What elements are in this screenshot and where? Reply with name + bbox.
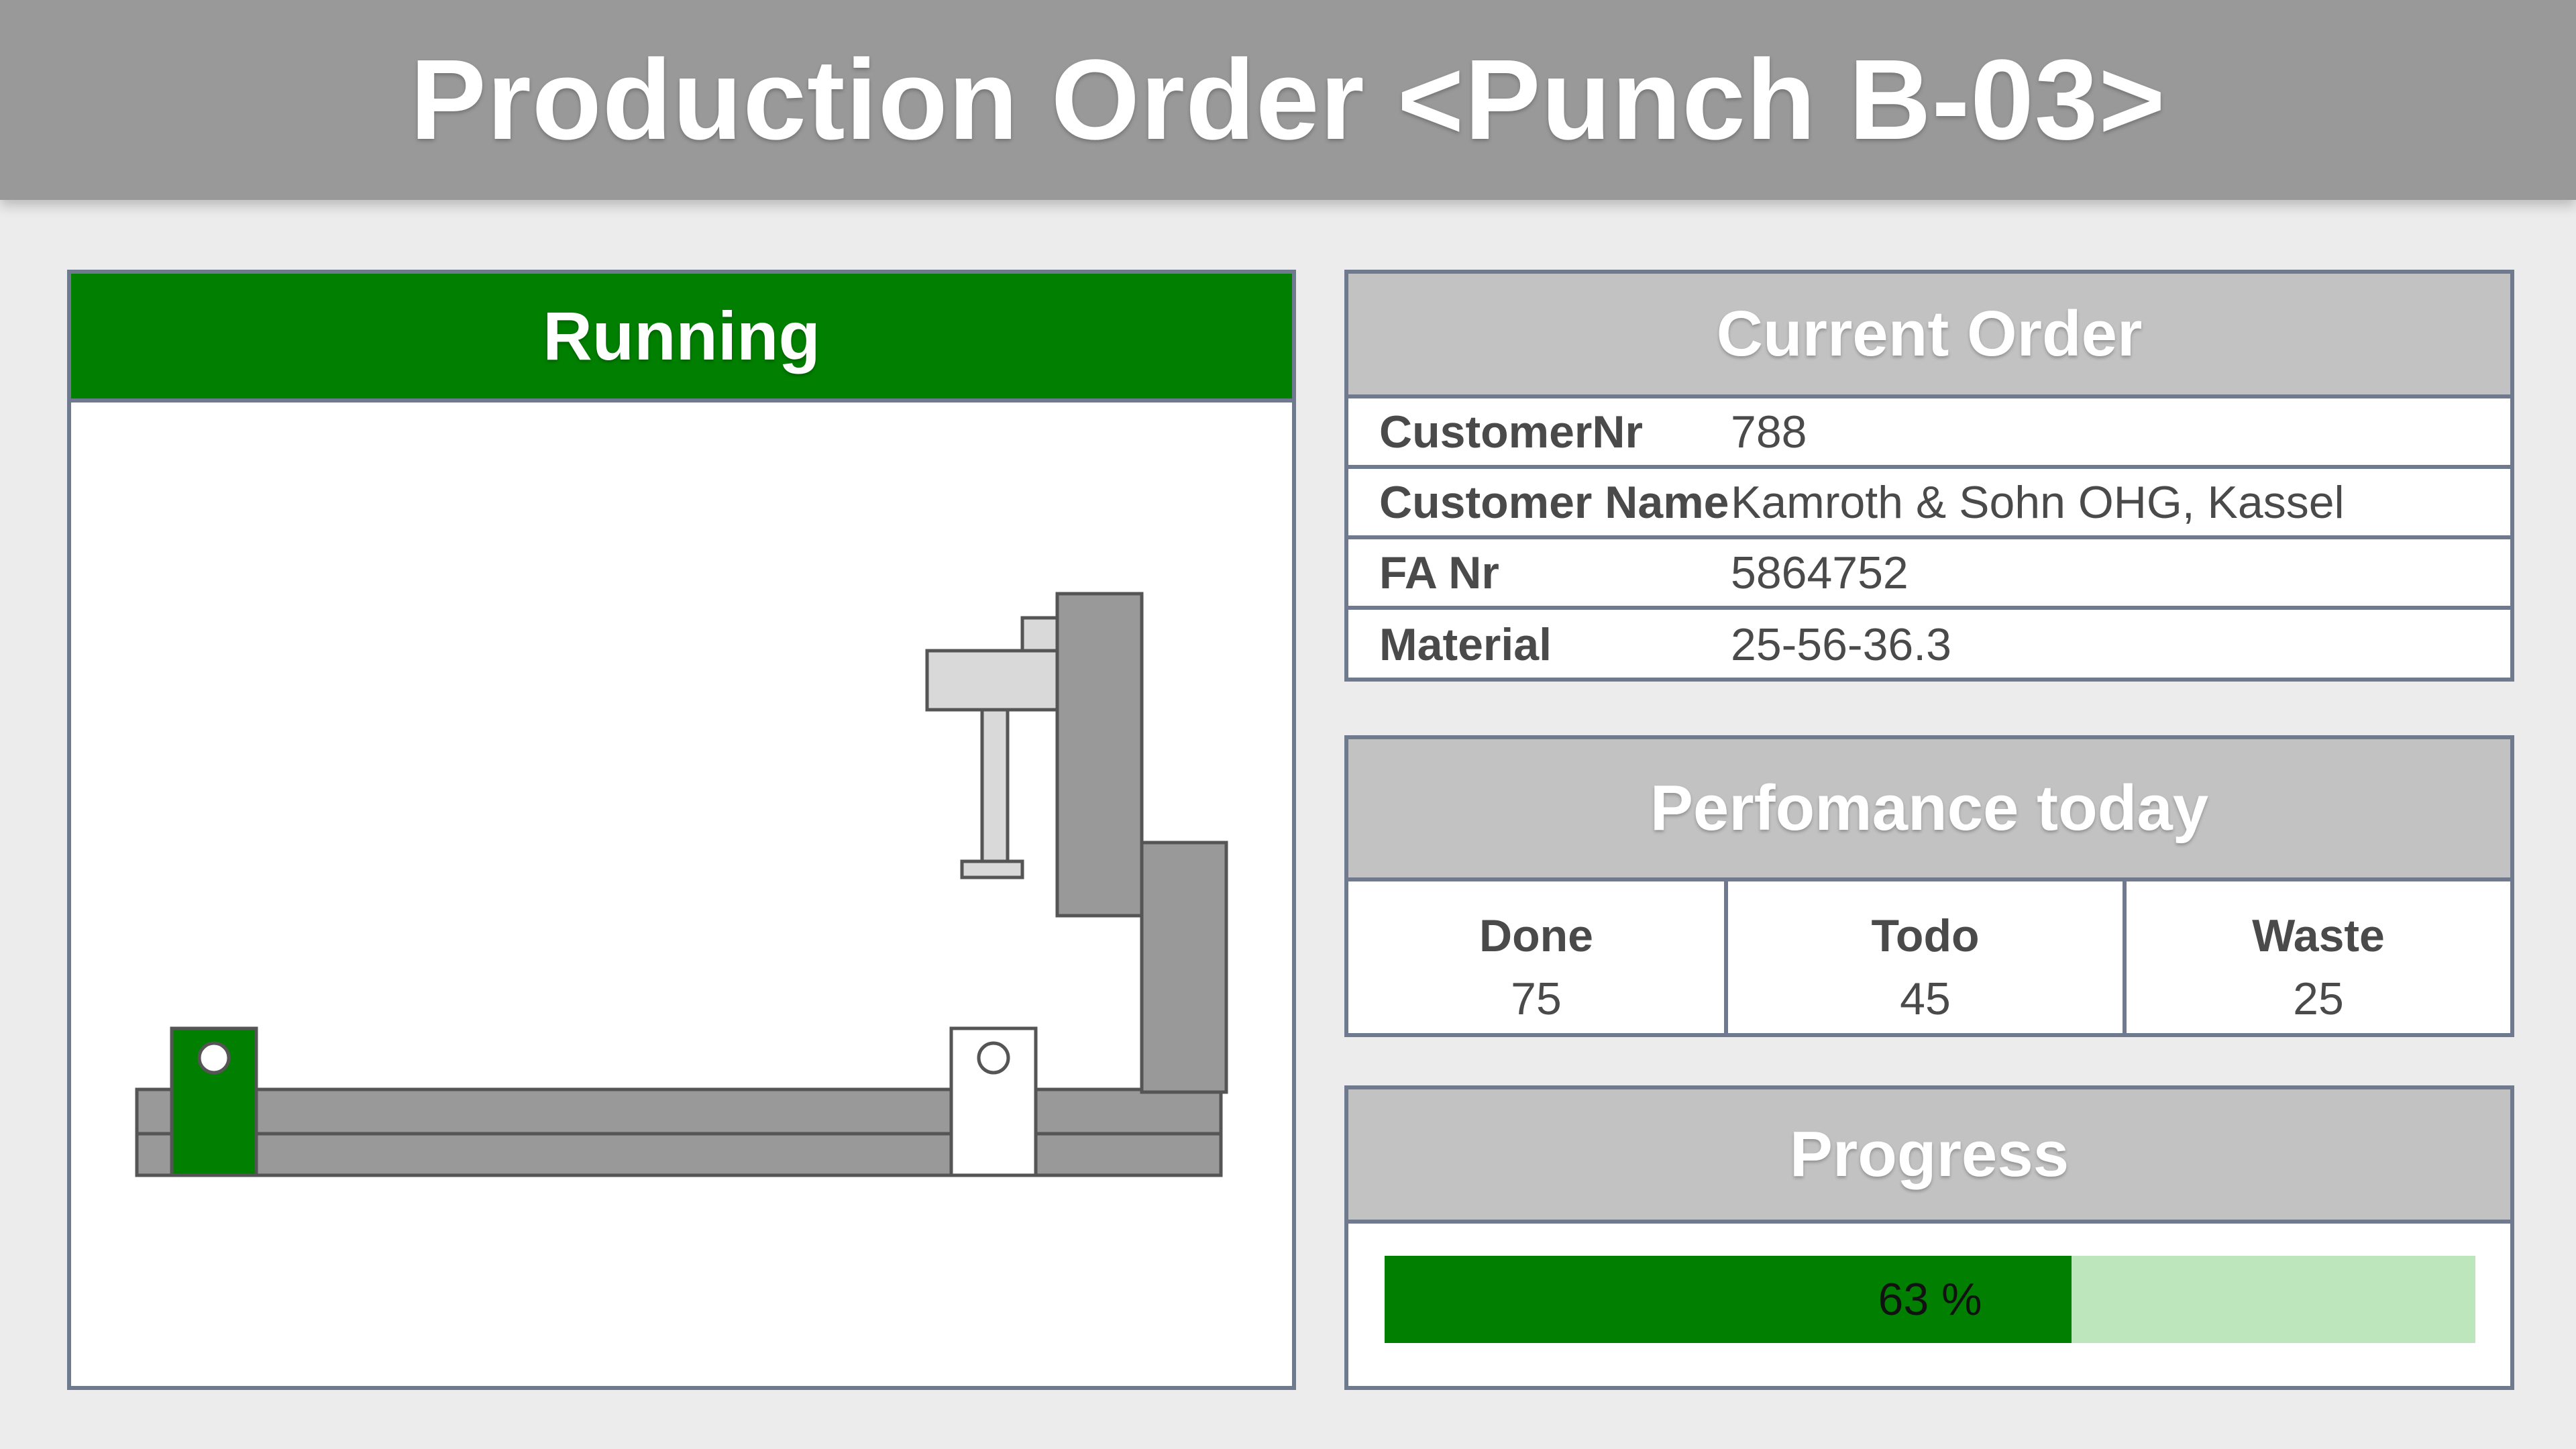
conveyor-lower-rail xyxy=(135,1132,1223,1177)
punch-arm xyxy=(925,649,1059,712)
workpiece-hole-finished xyxy=(977,1041,1010,1075)
progress-title: Progress xyxy=(1348,1089,2510,1224)
perf-cell-done: Done 75 xyxy=(1348,881,1724,1033)
order-label: FA Nr xyxy=(1379,547,1499,598)
order-label: CustomerNr xyxy=(1379,406,1643,458)
punch-arm-block xyxy=(1020,616,1059,653)
order-value: 25-56-36.3 xyxy=(1731,619,1951,670)
perf-label: Todo xyxy=(1871,910,1980,961)
order-row-customer-nr: CustomerNr 788 xyxy=(1348,398,2510,469)
perf-label: Waste xyxy=(2252,910,2385,961)
punch-head xyxy=(1055,592,1144,918)
order-row-customer-name: Customer Name Kamroth & Sohn OHG, Kassel xyxy=(1348,469,2510,539)
performance-cells: Done 75 Todo 45 Waste 25 xyxy=(1348,881,2510,1033)
perf-value: 25 xyxy=(2293,973,2344,1024)
perf-cell-todo: Todo 45 xyxy=(1724,881,2123,1033)
performance-panel: Perfomance today Done 75 Todo 45 Waste 2… xyxy=(1344,735,2514,1037)
conveyor-upper-rail xyxy=(135,1087,1223,1136)
current-order-title: Current Order xyxy=(1348,274,2510,398)
workpiece-hole-active xyxy=(197,1041,231,1075)
machine-panel: Running xyxy=(67,270,1296,1390)
progress-bar: 63 % xyxy=(1385,1256,2475,1343)
order-value: Kamroth & Sohn OHG, Kassel xyxy=(1731,476,2345,528)
order-row-material: Material 25-56-36.3 xyxy=(1348,610,2510,680)
perf-value: 75 xyxy=(1511,973,1562,1024)
perf-cell-waste: Waste 25 xyxy=(2123,881,2510,1033)
perf-label: Done xyxy=(1479,910,1593,961)
punch-tool xyxy=(960,859,1024,879)
order-row-fa-nr: FA Nr 5864752 xyxy=(1348,539,2510,610)
machine-column xyxy=(1140,841,1228,1094)
machine-status-header: Running xyxy=(71,274,1292,402)
progress-panel: Progress 63 % xyxy=(1344,1085,2514,1390)
page-title: Production Order <Punch B-03> xyxy=(410,36,2166,164)
order-label: Material xyxy=(1379,619,1552,670)
performance-title: Perfomance today xyxy=(1348,739,2510,881)
progress-label: 63 % xyxy=(1878,1274,1982,1325)
app-header: Production Order <Punch B-03> xyxy=(0,0,2576,200)
order-value: 5864752 xyxy=(1731,547,1909,598)
punch-ram xyxy=(980,708,1010,863)
order-label: Customer Name xyxy=(1379,476,1729,528)
punch-machine-diagram xyxy=(135,592,1228,1177)
current-order-panel: Current Order CustomerNr 788 Customer Na… xyxy=(1344,270,2514,682)
perf-value: 45 xyxy=(1900,973,1951,1024)
order-value: 788 xyxy=(1731,406,1807,458)
